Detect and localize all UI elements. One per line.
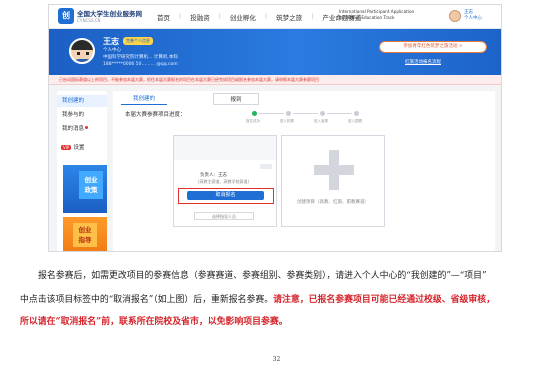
banner-label: 创业 指导 bbox=[73, 223, 97, 247]
warning-notice: 已启动国际赛道以上的项目，不能参加本届大赛，抓住本届大赛报名的项目在本届大赛已经… bbox=[49, 75, 501, 85]
cancel-highlight-box: 取消报名 bbox=[178, 188, 274, 204]
cancel-registration-button[interactable]: 取消报名 bbox=[187, 191, 264, 200]
plus-icon-bar bbox=[314, 165, 354, 175]
instruction-line-2: 中点击该项目标签中的“取消报名”（如上图）后，重新报名参赛。请注意，已报名参赛项… bbox=[20, 294, 540, 306]
profile-name: 王志 bbox=[103, 37, 119, 46]
page-number: 32 bbox=[272, 356, 281, 363]
instruction-line-1: 报名参赛后，如需更改项目的参赛信息（参赛赛道、参赛组别、参赛类别），请进入个人中… bbox=[20, 270, 540, 282]
startup-policy-banner[interactable]: 创业 政策 bbox=[63, 165, 107, 213]
main-panel: 我创建的 报到 本届大赛参赛项目进度： 报名成功 进入校赛 进入省赛 进入国赛 … bbox=[113, 91, 495, 251]
notice-text: 已启动国际赛道以上的项目，不能参加本届大赛，抓住本届大赛报名的项目在本届大赛已经… bbox=[59, 77, 319, 82]
instruction-line-3: 所以请在“取消报名”前，联系所在院校及省市，以免影响项目参赛。 bbox=[20, 316, 540, 328]
menu-divider: | bbox=[264, 12, 268, 20]
banner-label-line: 创业 bbox=[84, 176, 98, 184]
red-tour-process-link[interactable]: 红旅活动报名流程 bbox=[405, 59, 441, 65]
banner-label: 创业 政策 bbox=[79, 171, 103, 199]
sidebar-item-messages[interactable]: 我的消息 bbox=[57, 123, 107, 135]
instruction-text: 中点击该项目标签中的“取消报名”（如上图）后，重新报名参赛。 bbox=[20, 295, 274, 305]
menu-divider: | bbox=[311, 12, 314, 20]
menu-divider: | bbox=[218, 12, 221, 20]
banner-label-line: 指导 bbox=[78, 236, 92, 244]
step-marker-province bbox=[320, 111, 325, 116]
project-thumbnail bbox=[174, 136, 276, 160]
profile-contact: 188*****0006 50……… @qq.com bbox=[103, 62, 178, 67]
step-connector bbox=[327, 113, 352, 114]
check-in-button[interactable]: 报到 bbox=[213, 93, 259, 105]
avatar bbox=[69, 38, 95, 64]
step-connector bbox=[293, 113, 318, 114]
intl-line-2: for Higher Education Track bbox=[339, 15, 395, 20]
international-track-link[interactable]: International Participant Application fo… bbox=[339, 9, 414, 21]
site-logo-icon[interactable]: 创 bbox=[58, 8, 74, 24]
menu-item-investment[interactable]: 投融资 bbox=[190, 12, 210, 22]
step-marker-signed-up bbox=[252, 111, 257, 116]
step-marker-national bbox=[354, 111, 359, 116]
sidebar-item-settings[interactable]: VIP 设置 bbox=[61, 143, 84, 151]
warning-text: 请注意，已报名参赛项目可能已经通过校级、省级审核， bbox=[273, 295, 496, 305]
sidebar-item-created[interactable]: 我创建的 bbox=[57, 95, 107, 107]
screenshot-figure: 创 全国大学生创业服务网 CY.NCSS.CN 首页 | 投融资 | 创业孵化 … bbox=[48, 4, 502, 252]
vip-badge: VIP bbox=[61, 145, 72, 150]
tab-my-created[interactable]: 我创建的 bbox=[121, 93, 167, 105]
menu-item-home[interactable]: 首页 bbox=[157, 12, 170, 22]
complete-profile-badge[interactable]: 完善个人信息 bbox=[123, 37, 153, 45]
warning-text: 所以请在“取消报名”前，联系所在院校及省市，以免影响项目参赛。 bbox=[20, 317, 288, 327]
profile-role: 个人中心 bbox=[103, 48, 121, 53]
site-brand[interactable]: 全国大学生创业服务网 bbox=[77, 8, 142, 18]
sidebar: 我创建的 我参与的 我的消息 VIP 设置 创业 政策 创业 指导 bbox=[57, 91, 107, 251]
progress-label: 本届大赛参赛项目进度： bbox=[125, 112, 186, 118]
step-connector bbox=[259, 113, 284, 114]
banner-label-line: 创业 bbox=[78, 226, 92, 234]
sidebar-item-label: 我的消息 bbox=[62, 126, 85, 132]
profile-header: 王志 完善个人信息 个人中心 中国科学研究院计算机… 计算机 本科 188***… bbox=[49, 29, 501, 75]
unread-dot-icon bbox=[85, 126, 89, 129]
step-label-signed-up: 报名成功 bbox=[246, 119, 260, 123]
step-marker-school bbox=[286, 111, 291, 116]
project-track: (高教主赛道、高教学校赛道) bbox=[198, 179, 250, 184]
create-project-card[interactable]: 创建项目（高教、红旅、职教赛道） bbox=[281, 135, 385, 227]
banner-label-line: 政策 bbox=[84, 186, 98, 194]
join-red-tour-button[interactable]: 参加青年红色筑梦之旅活动 > bbox=[379, 41, 487, 53]
startup-guidance-banner[interactable]: 创业 指导 bbox=[63, 217, 107, 251]
step-label-province: 进入省赛 bbox=[314, 119, 328, 123]
main-menu: 首页 | 投融资 | 创业孵化 | 筑梦之旅 | 产业命题赛道 bbox=[157, 12, 361, 22]
site-brand-sub: CY.NCSS.CN bbox=[77, 18, 101, 23]
menu-divider: | bbox=[179, 12, 182, 20]
step-label-national: 进入国赛 bbox=[348, 119, 362, 123]
create-project-label: 创建项目（高教、红旅、职教赛道） bbox=[297, 200, 369, 205]
instruction-text: 报名参赛后，如需更改项目的参赛信息（参赛赛道、参赛组别、参赛类别），请进入个人中… bbox=[38, 271, 487, 281]
profile-school: 中国科学研究院计算机… 计算机 本科 bbox=[103, 55, 178, 60]
select-advisor-button[interactable]: 选择指导人员 bbox=[194, 212, 254, 220]
sidebar-item-joined[interactable]: 我参与的 bbox=[57, 109, 107, 121]
user-avatar-small[interactable] bbox=[449, 10, 461, 22]
project-card[interactable]: 负责人：王志 (高教主赛道、高教学校赛道) 取消报名 选择指导人员 bbox=[173, 135, 277, 227]
step-label-school: 进入校赛 bbox=[280, 119, 294, 123]
top-navigation: 创 全国大学生创业服务网 CY.NCSS.CN 首页 | 投融资 | 创业孵化 … bbox=[49, 5, 501, 29]
user-center-link: 个人中心 bbox=[464, 16, 482, 21]
settings-label: 设置 bbox=[73, 145, 85, 151]
user-menu[interactable]: 王志 个人中心 bbox=[464, 10, 482, 22]
project-status-tag bbox=[260, 164, 272, 169]
project-leader: 负责人：王志 bbox=[200, 173, 227, 178]
menu-item-incubation[interactable]: 创业孵化 bbox=[230, 12, 256, 22]
menu-item-dream-tour[interactable]: 筑梦之旅 bbox=[276, 12, 302, 22]
